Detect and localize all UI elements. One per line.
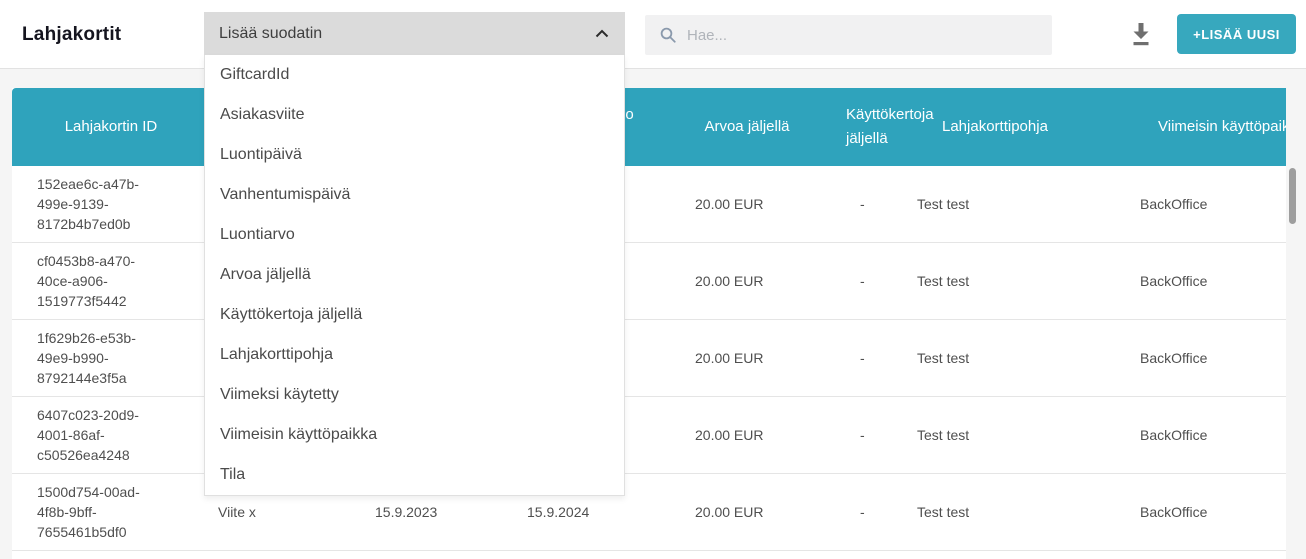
cell-customer-ref: Viite x [210, 502, 362, 522]
column-header-template: Lahjakorttipohja [917, 115, 1092, 139]
column-header-uses-left: Käyttökertoja jäljellä [822, 103, 917, 151]
cell-value-left: 20.00 EUR [672, 502, 822, 522]
filter-option-viimeisin-kayttopaikka[interactable]: Viimeisin käyttöpaikka [205, 415, 624, 455]
filter-dropdown: Lisää suodatin GiftcardId Asiakasviite L… [204, 12, 625, 496]
cell-giftcard-id: 6407c023-20d9-4001-86af-c50526ea4248 [12, 405, 210, 465]
cell-giftcard-id: 1500d754-00ad-4f8b-9bff-7655461b5df0 [12, 482, 210, 542]
cell-template: Test test [917, 425, 1092, 445]
cell-uses-left: - [822, 348, 917, 368]
cell-created-date: 15.9.2023 [362, 502, 522, 522]
cell-value-left: 20.00 EUR [672, 348, 822, 368]
cell-giftcard-id: cf0453b8-a470-40ce-a906-1519773f5442 [12, 251, 210, 311]
cell-last-place: BackOffice [1092, 194, 1286, 214]
cell-template: Test test [917, 348, 1092, 368]
cell-uses-left: - [822, 502, 917, 522]
giftcards-page: Lahjakortit +LISÄÄ UUSI Lahjakortin ID l… [0, 0, 1306, 559]
search-box[interactable] [645, 15, 1052, 55]
filter-option-lahjakorttipohja[interactable]: Lahjakorttipohja [205, 335, 624, 375]
filter-options-panel: GiftcardId Asiakasviite Luontipäivä Vanh… [204, 55, 625, 496]
cell-uses-left: - [822, 425, 917, 445]
download-button[interactable] [1127, 20, 1155, 50]
filter-option-asiakasviite[interactable]: Asiakasviite [205, 95, 624, 135]
search-input[interactable] [687, 27, 1052, 44]
cell-uses-left: - [822, 271, 917, 291]
cell-valid-until: 15.9.2024 [522, 502, 672, 522]
column-header-value-left: Arvoa jäljellä [672, 115, 822, 139]
cell-uses-left: - [822, 194, 917, 214]
filter-option-vanhentumispaiva[interactable]: Vanhentumispäivä [205, 175, 624, 215]
chevron-up-icon [595, 29, 609, 38]
filter-option-arvoa-jaljella[interactable]: Arvoa jäljellä [205, 255, 624, 295]
filter-option-giftcardid[interactable]: GiftcardId [205, 55, 624, 95]
cell-giftcard-id: 1f629b26-e53b-49e9-b990-8792144e3f5a [12, 328, 210, 388]
page-header: Lahjakortit +LISÄÄ UUSI [0, 0, 1306, 69]
page-title: Lahjakortit [22, 0, 121, 69]
cell-last-place: BackOffice [1092, 348, 1286, 368]
cell-template: Test test [917, 194, 1092, 214]
filter-option-kayttokertoja-jaljella[interactable]: Käyttökertoja jäljellä [205, 295, 624, 335]
cell-last-place: BackOffice [1092, 502, 1286, 522]
cell-giftcard-id: 152eae6c-a47b-499e-9139-8172b4b7ed0b [12, 174, 210, 234]
filter-option-viimeksi-kaytetty[interactable]: Viimeksi käytetty [205, 375, 624, 415]
cell-value-left: 20.00 EUR [672, 425, 822, 445]
add-new-button[interactable]: +LISÄÄ UUSI [1177, 14, 1296, 54]
vertical-scrollbar[interactable] [1289, 168, 1296, 224]
filter-dropdown-toggle[interactable]: Lisää suodatin [204, 12, 625, 55]
cell-value-left: 20.00 EUR [672, 271, 822, 291]
cell-template: Test test [917, 502, 1092, 522]
search-icon [659, 26, 677, 44]
cell-template: Test test [917, 271, 1092, 291]
download-icon [1129, 22, 1153, 48]
column-header-giftcard-id: Lahjakortin ID [12, 115, 210, 139]
filter-dropdown-label: Lisää suodatin [219, 25, 595, 43]
filter-option-luontiarvo[interactable]: Luontiarvo [205, 215, 624, 255]
column-header-last-place: Viimeisin käyttöpaikka [1092, 115, 1286, 139]
cell-last-place: BackOffice [1092, 425, 1286, 445]
cell-last-place: BackOffice [1092, 271, 1286, 291]
filter-option-luontipaiva[interactable]: Luontipäivä [205, 135, 624, 175]
filter-option-tila[interactable]: Tila [205, 455, 624, 495]
cell-value-left: 20.00 EUR [672, 194, 822, 214]
